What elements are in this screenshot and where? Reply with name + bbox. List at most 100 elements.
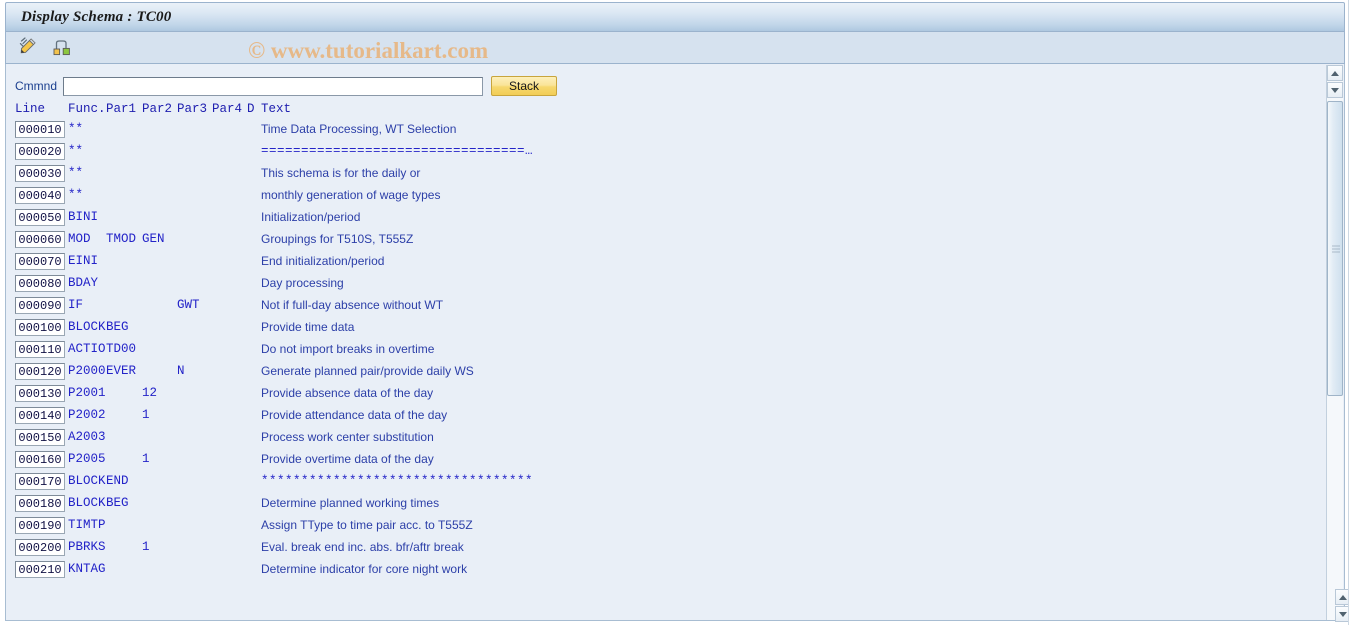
line-number-field[interactable]	[15, 121, 65, 138]
cell-func: **	[68, 144, 84, 158]
table-row[interactable]: EINI End initialization/period	[6, 252, 1321, 274]
table-row[interactable]: ** monthly generation of wage types	[6, 186, 1321, 208]
cell-func: IF	[68, 298, 84, 312]
line-number-field[interactable]	[15, 319, 65, 336]
table-row[interactable]: P2002 1 Provide attendance data of the day	[6, 406, 1321, 428]
table-row[interactable]: BLOCKBEG Provide time data	[6, 318, 1321, 340]
table-row[interactable]: P2000EVER N Generate planned pair/provide …	[6, 362, 1321, 384]
cell-par1: TMOD	[106, 232, 137, 246]
cell-func: P2002	[68, 408, 106, 422]
table-row[interactable]: BLOCKBEG Determine planned working times	[6, 494, 1321, 516]
cell-func: ACTIO	[68, 342, 106, 356]
line-number-field[interactable]	[15, 231, 65, 248]
line-number-field[interactable]	[15, 275, 65, 292]
line-number-field[interactable]	[15, 253, 65, 270]
line-number-field[interactable]	[15, 561, 65, 578]
table-row[interactable]: ** =================================…	[6, 142, 1321, 164]
line-number-field[interactable]	[15, 473, 65, 490]
table-row[interactable]: BLOCKEND ********************************…	[6, 472, 1321, 494]
cell-par3: N	[177, 364, 185, 378]
table-row[interactable]: IF GWT Not if full-day absence without WT	[6, 296, 1321, 318]
table-row[interactable]: P2001 12 Provide absence data of the day	[6, 384, 1321, 406]
cell-func: BLOCK	[68, 474, 106, 488]
line-number-field[interactable]	[15, 517, 65, 534]
schema-rows-container: ** Time Data Processing, WT Selection ** ==…	[6, 120, 1321, 620]
table-row[interactable]: ** Time Data Processing, WT Selection	[6, 120, 1321, 142]
cell-par2: 12	[142, 386, 158, 400]
cell-text: Provide overtime data of the day	[261, 452, 434, 466]
schema-structure-button[interactable]	[48, 35, 74, 61]
line-number-field[interactable]	[15, 363, 65, 380]
chevron-up-icon	[1331, 70, 1339, 76]
chevron-up-icon	[1339, 594, 1347, 600]
table-row[interactable]: KNTAG Determine indicator for core night …	[6, 560, 1321, 582]
header-text: Text	[261, 102, 292, 116]
table-row[interactable]: PBRKS 1 Eval. break end inc. abs. bfr/aftr…	[6, 538, 1321, 560]
header-par4: Par4	[212, 102, 243, 116]
cell-par1: EVER	[106, 364, 137, 378]
cell-func: PBRKS	[68, 540, 106, 554]
cell-text: =================================…	[261, 144, 534, 158]
table-row[interactable]: A2003 Process work center substitution	[6, 428, 1321, 450]
page-title: Display Schema : TC00	[21, 8, 172, 25]
cell-func: P2005	[68, 452, 106, 466]
line-number-field[interactable]	[15, 297, 65, 314]
line-number-field[interactable]	[15, 165, 65, 182]
line-number-field[interactable]	[15, 341, 65, 358]
cell-func: **	[68, 166, 84, 180]
cell-text: Provide absence data of the day	[261, 386, 434, 400]
line-number-field[interactable]	[15, 495, 65, 512]
window-title-bar: Display Schema : TC00	[5, 2, 1345, 32]
scroll-up-button[interactable]	[1327, 65, 1343, 81]
cell-par1: TD00	[106, 342, 137, 356]
line-number-field[interactable]	[15, 385, 65, 402]
application-toolbar	[5, 32, 1345, 64]
table-row[interactable]: P2005 1 Provide overtime data of the day	[6, 450, 1321, 472]
cell-func: A2003	[68, 430, 106, 444]
cell-par2: 1	[142, 540, 150, 554]
cell-func: TIMTP	[68, 518, 106, 532]
cell-text: Process work center substitution	[261, 430, 434, 444]
scrollbar-thumb[interactable]	[1327, 101, 1343, 396]
header-par1: Par1	[106, 102, 137, 116]
line-number-field[interactable]	[15, 143, 65, 160]
scroll-down-button[interactable]	[1327, 82, 1343, 98]
header-par2: Par2	[142, 102, 173, 116]
right-margin-strip	[1348, 0, 1358, 625]
cell-text: Time Data Processing, WT Selection	[261, 122, 457, 136]
cell-text: Day processing	[261, 276, 344, 290]
schema-work-area: Cmmnd Stack Line Func. Par1 Par2 Par3 Pa…	[5, 64, 1345, 621]
line-number-field[interactable]	[15, 539, 65, 556]
command-input[interactable]	[63, 76, 483, 96]
header-line: Line	[15, 102, 46, 116]
chevron-down-icon	[1339, 611, 1347, 617]
edit-schema-button[interactable]	[14, 35, 40, 61]
cell-text: monthly generation of wage types	[261, 188, 441, 202]
cell-text: Determine indicator for core night work	[261, 562, 468, 576]
cell-text: This schema is for the daily or	[261, 166, 421, 180]
table-row[interactable]: MOD TMOD GEN Groupings for T510S, T555Z	[6, 230, 1321, 252]
cell-func: BLOCK	[68, 496, 106, 510]
table-row[interactable]: ** This schema is for the daily or	[6, 164, 1321, 186]
table-row[interactable]: TIMTP Assign TType to time pair acc. to T…	[6, 516, 1321, 538]
table-row[interactable]: BINI Initialization/period	[6, 208, 1321, 230]
cell-text: End initialization/period	[261, 254, 385, 268]
cell-text: Do not import breaks in overtime	[261, 342, 435, 356]
table-row[interactable]: BDAY Day processing	[6, 274, 1321, 296]
cell-par2: GEN	[142, 232, 165, 246]
cell-func: P2000	[68, 364, 106, 378]
cell-par2: 1	[142, 408, 150, 422]
header-d: D	[247, 102, 255, 116]
line-number-field[interactable]	[15, 209, 65, 226]
cell-text: Groupings for T510S, T555Z	[261, 232, 414, 246]
table-row[interactable]: ACTIOTD00 Do not import breaks in overtim…	[6, 340, 1321, 362]
line-number-field[interactable]	[15, 187, 65, 204]
line-number-field[interactable]	[15, 451, 65, 468]
cell-func: **	[68, 188, 84, 202]
line-number-field[interactable]	[15, 429, 65, 446]
sap-display-schema-window: Display Schema : TC00 © www.tutorialkart…	[0, 0, 1358, 625]
vertical-scrollbar[interactable]	[1326, 65, 1343, 620]
line-number-field[interactable]	[15, 407, 65, 424]
header-func: Func.	[68, 102, 106, 116]
stack-button[interactable]: Stack	[491, 76, 557, 96]
